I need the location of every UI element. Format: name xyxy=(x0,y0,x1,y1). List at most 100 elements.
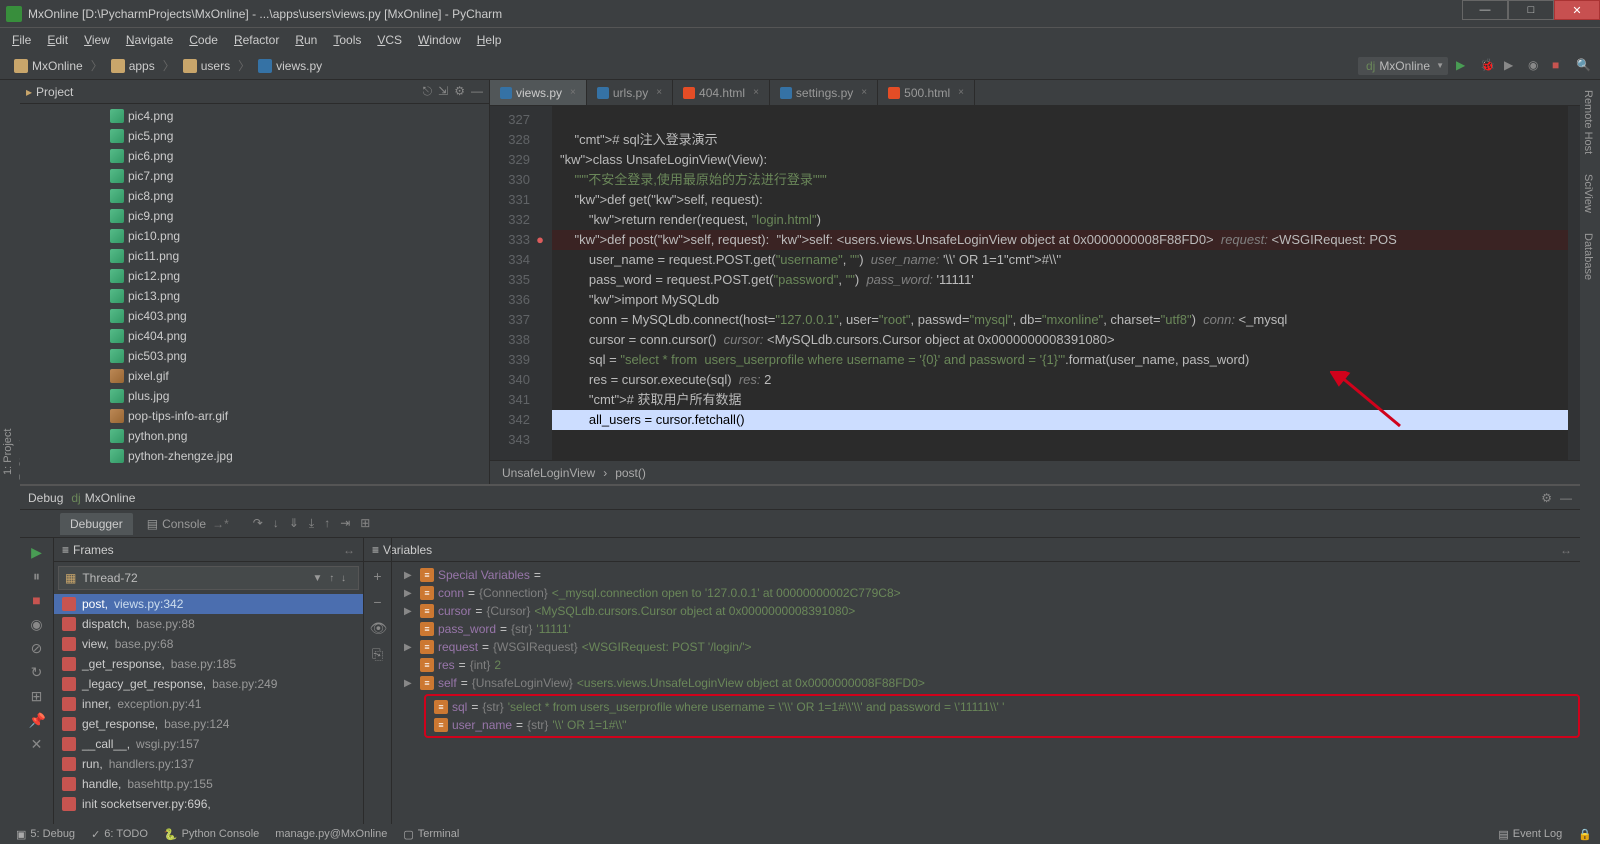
menu-tools[interactable]: Tools xyxy=(325,31,369,49)
watches-icon[interactable]: 👁 xyxy=(370,620,386,636)
status-manage[interactable]: manage.py@MxOnline xyxy=(267,828,395,840)
tab-settings.py[interactable]: settings.py× xyxy=(770,80,878,105)
close-icon[interactable]: ✕ xyxy=(29,736,45,752)
frame-list[interactable]: post, views.py:342dispatch, base.py:88vi… xyxy=(54,594,363,824)
variable-request[interactable]: ▶≡ request = {WSGIRequest} <WSGIRequest:… xyxy=(400,638,1580,656)
pin-icon[interactable]: 📌 xyxy=(29,712,45,728)
frame-item[interactable]: handle, basehttp.py:155 xyxy=(54,774,363,794)
copy-icon[interactable]: ⎘ xyxy=(370,646,386,662)
coverage-icon[interactable]: ▶ xyxy=(1504,58,1520,74)
tab-404.html[interactable]: 404.html× xyxy=(673,80,770,105)
tab-urls.py[interactable]: urls.py× xyxy=(587,80,673,105)
menu-refactor[interactable]: Refactor xyxy=(226,31,287,49)
variable-Special Variables[interactable]: ▶≡ Special Variables = xyxy=(400,566,1580,584)
file-pop-tips-info-arr.gif[interactable]: pop-tips-info-arr.gif xyxy=(20,406,489,426)
frame-item[interactable]: run, handlers.py:137 xyxy=(54,754,363,774)
menu-window[interactable]: Window xyxy=(410,31,469,49)
file-pic13.png[interactable]: pic13.png xyxy=(20,286,489,306)
thread-selector[interactable]: ▦ Thread-72 ▼ ↑ ↓ xyxy=(58,566,359,590)
frame-item[interactable]: dispatch, base.py:88 xyxy=(54,614,363,634)
resume-icon[interactable]: ▶ xyxy=(29,544,45,560)
view-breakpoints-icon[interactable]: ◉ xyxy=(29,616,45,632)
menu-vcs[interactable]: VCS xyxy=(369,31,410,49)
evaluate-icon[interactable]: ⊞ xyxy=(360,516,370,531)
step-into-my-icon[interactable]: ⇓ xyxy=(289,516,299,531)
stop-icon[interactable]: ■ xyxy=(29,592,45,608)
editor-body[interactable]: 3273283293303313323333343353363373383393… xyxy=(490,106,1580,460)
status-todo[interactable]: ✓ 6: TODO xyxy=(83,828,156,841)
dropdown-icon[interactable]: ▼ xyxy=(313,573,323,584)
tool-project[interactable]: 1: Project xyxy=(0,80,16,824)
variable-pass_word[interactable]: ≡ pass_word = {str} '11111' xyxy=(400,620,1580,638)
run-to-cursor-icon[interactable]: ⇥ xyxy=(340,516,350,531)
tool-sciview[interactable]: SciView xyxy=(1580,164,1600,223)
frame-item[interactable]: post, views.py:342 xyxy=(54,594,363,614)
frame-item[interactable]: view, base.py:68 xyxy=(54,634,363,654)
file-pic5.png[interactable]: pic5.png xyxy=(20,126,489,146)
frame-item[interactable]: get_response, base.py:124 xyxy=(54,714,363,734)
search-icon[interactable]: 🔍 xyxy=(1576,58,1592,74)
breadcrumb[interactable]: UnsafeLoginView › post() xyxy=(490,460,1580,484)
remove-watch-icon[interactable]: − xyxy=(370,594,386,610)
variable-cursor[interactable]: ▶≡ cursor = {Cursor} <MySQLdb.cursors.Cu… xyxy=(400,602,1580,620)
debug-icon[interactable]: 🐞 xyxy=(1480,58,1496,74)
debugger-tab[interactable]: Debugger xyxy=(60,513,133,535)
file-python.png[interactable]: python.png xyxy=(20,426,489,446)
mute-breakpoints-icon[interactable]: ⊘ xyxy=(29,640,45,656)
variables-list[interactable]: ▶≡ Special Variables = ▶≡ conn = {Connec… xyxy=(364,562,1580,824)
frame-item[interactable]: _get_response, base.py:185 xyxy=(54,654,363,674)
status-lock-icon[interactable]: 🔒 xyxy=(1578,828,1592,841)
force-step-icon[interactable]: ⤓ xyxy=(309,516,314,531)
step-over-icon[interactable]: ↷ xyxy=(253,516,263,531)
variable-self[interactable]: ▶≡ self = {UnsafeLoginView} <users.views… xyxy=(400,674,1580,692)
nav-mxonline[interactable]: MxOnline xyxy=(8,59,89,73)
close-icon[interactable]: × xyxy=(656,87,662,98)
stop-icon[interactable]: ■ xyxy=(1552,58,1568,74)
close-icon[interactable]: × xyxy=(861,87,867,98)
variable-user_name[interactable]: ≡ user_name = {str} '\\' OR 1=1#\\'' xyxy=(430,716,1574,734)
file-pic10.png[interactable]: pic10.png xyxy=(20,226,489,246)
menu-edit[interactable]: Edit xyxy=(39,31,76,49)
tool-remotehost[interactable]: Remote Host xyxy=(1580,80,1600,164)
menu-view[interactable]: View xyxy=(76,31,118,49)
file-pic6.png[interactable]: pic6.png xyxy=(20,146,489,166)
file-pic404.png[interactable]: pic404.png xyxy=(20,326,489,346)
menu-navigate[interactable]: Navigate xyxy=(118,31,181,49)
gear-icon[interactable]: ⚙ xyxy=(1541,491,1552,505)
frame-item[interactable]: __call__, wsgi.py:157 xyxy=(54,734,363,754)
step-out-icon[interactable]: ↑ xyxy=(324,516,330,531)
close-icon[interactable]: × xyxy=(753,87,759,98)
frame-item[interactable]: _legacy_get_response, base.py:249 xyxy=(54,674,363,694)
file-pic12.png[interactable]: pic12.png xyxy=(20,266,489,286)
menu-code[interactable]: Code xyxy=(181,31,226,49)
menu-file[interactable]: File xyxy=(4,31,39,49)
nav-apps[interactable]: apps xyxy=(105,59,161,73)
run-icon[interactable]: ▶ xyxy=(1456,58,1472,74)
scroll-to-source-icon[interactable]: ⎋ xyxy=(423,84,433,99)
window-minimize[interactable]: — xyxy=(1462,0,1508,20)
file-pic4.png[interactable]: pic4.png xyxy=(20,106,489,126)
profile-icon[interactable]: ◉ xyxy=(1528,58,1544,74)
window-maximize[interactable]: □ xyxy=(1508,0,1554,20)
file-pic9.png[interactable]: pic9.png xyxy=(20,206,489,226)
pause-icon[interactable]: ⏸ xyxy=(29,568,45,584)
variable-conn[interactable]: ▶≡ conn = {Connection} <_mysql.connectio… xyxy=(400,584,1580,602)
prev-frame-icon[interactable]: ↑ xyxy=(329,573,334,584)
hide-icon[interactable]: — xyxy=(471,84,483,99)
tab-views.py[interactable]: views.py× xyxy=(490,80,587,105)
file-python-zhengze.jpg[interactable]: python-zhengze.jpg xyxy=(20,446,489,466)
minimap[interactable] xyxy=(1568,106,1580,460)
rerun-icon[interactable]: ↻ xyxy=(29,664,45,680)
window-close[interactable]: ✕ xyxy=(1554,0,1600,20)
restore-icon[interactable]: ↔ xyxy=(1560,543,1572,557)
file-pic503.png[interactable]: pic503.png xyxy=(20,346,489,366)
file-plus.jpg[interactable]: plus.jpg xyxy=(20,386,489,406)
fold-gutter[interactable] xyxy=(538,106,552,460)
add-watch-icon[interactable]: + xyxy=(370,568,386,584)
nav-views.py[interactable]: views.py xyxy=(252,59,328,73)
frame-item[interactable]: inner, exception.py:41 xyxy=(54,694,363,714)
status-python-console[interactable]: 🐍 Python Console xyxy=(156,828,267,841)
project-tree[interactable]: pic4.pngpic5.pngpic6.pngpic7.pngpic8.png… xyxy=(20,104,489,484)
close-icon[interactable]: × xyxy=(958,87,964,98)
menu-help[interactable]: Help xyxy=(469,31,510,49)
